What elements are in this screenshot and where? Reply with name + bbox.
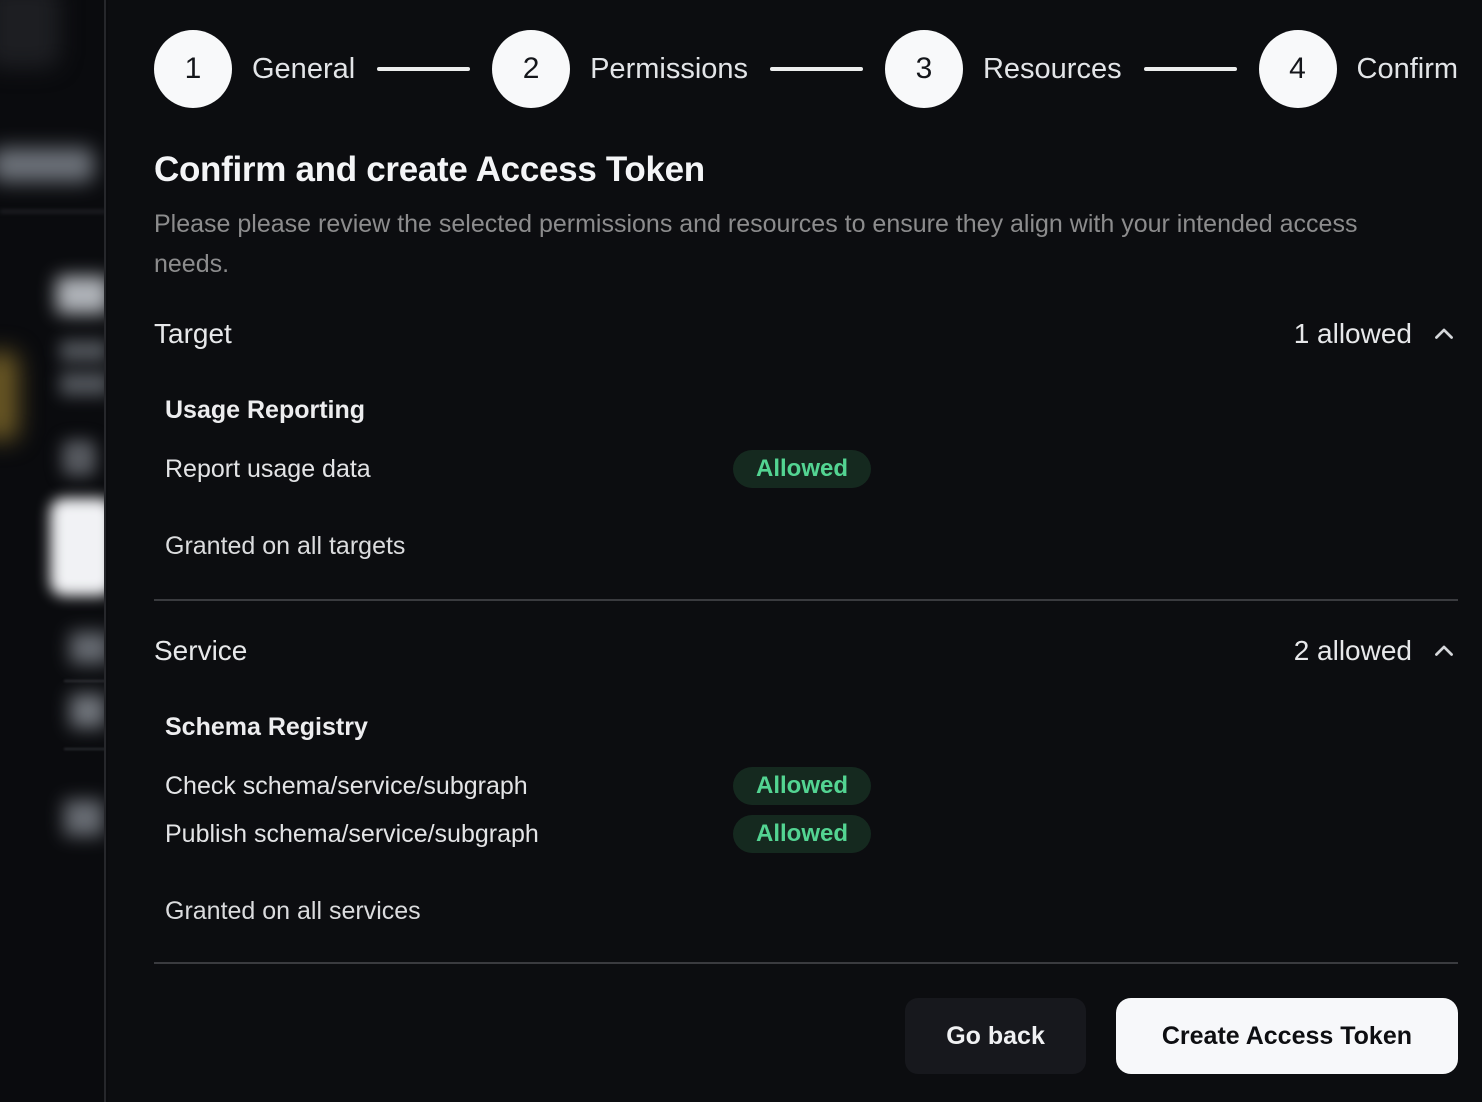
blurred-text bbox=[70, 632, 106, 664]
permission-label: Report usage data bbox=[165, 455, 733, 484]
permission-group-schema-registry: Schema Registry Check schema/service/sub… bbox=[165, 713, 1458, 853]
step-number-circle[interactable]: 4 bbox=[1259, 30, 1337, 108]
step-number-circle[interactable]: 2 bbox=[492, 30, 570, 108]
blurred-text bbox=[70, 694, 106, 728]
section-title: Target bbox=[154, 318, 232, 350]
granted-note: Granted on all services bbox=[165, 897, 1458, 926]
status-badge: Allowed bbox=[733, 767, 871, 805]
target-collapse-toggle[interactable]: 1 allowed bbox=[1294, 318, 1458, 350]
permission-group-usage-reporting: Usage Reporting Report usage data Allowe… bbox=[165, 396, 1458, 488]
blurred-logo bbox=[0, 0, 60, 68]
blurred-text bbox=[64, 800, 104, 836]
step-label: Confirm bbox=[1357, 53, 1459, 86]
blurred-accent bbox=[0, 352, 18, 440]
step-label: General bbox=[252, 53, 355, 86]
blurred-icon bbox=[62, 440, 96, 476]
blurred-card bbox=[50, 498, 106, 596]
step-connector bbox=[770, 67, 863, 71]
create-access-token-button[interactable]: Create Access Token bbox=[1116, 998, 1458, 1074]
granted-note: Granted on all targets bbox=[165, 532, 1458, 561]
permission-row: Publish schema/service/subgraph Allowed bbox=[165, 815, 1458, 853]
footer-divider bbox=[154, 962, 1458, 964]
step-label: Permissions bbox=[590, 53, 748, 86]
blurred-text bbox=[60, 340, 106, 362]
allowed-count: 1 allowed bbox=[1294, 318, 1412, 350]
step-number-circle[interactable]: 3 bbox=[885, 30, 963, 108]
blurred-divider bbox=[64, 680, 106, 682]
section-header-target: Target 1 allowed bbox=[154, 318, 1458, 350]
allowed-count: 2 allowed bbox=[1294, 635, 1412, 667]
service-collapse-toggle[interactable]: 2 allowed bbox=[1294, 635, 1458, 667]
chevron-up-icon[interactable] bbox=[1430, 637, 1458, 665]
blurred-background-sidebar bbox=[0, 0, 106, 1102]
page-subtitle: Please please review the selected permis… bbox=[154, 204, 1389, 284]
step-confirm[interactable]: 4 Confirm bbox=[1259, 30, 1459, 108]
blurred-nav-item bbox=[0, 148, 94, 182]
step-resources[interactable]: 3 Resources bbox=[885, 30, 1122, 108]
wizard-stepper: 1 General 2 Permissions 3 Resources 4 Co… bbox=[154, 30, 1458, 108]
section-title: Service bbox=[154, 635, 247, 667]
go-back-button[interactable]: Go back bbox=[905, 998, 1086, 1074]
blurred-divider bbox=[64, 748, 106, 750]
permission-label: Publish schema/service/subgraph bbox=[165, 820, 733, 849]
step-label: Resources bbox=[983, 53, 1122, 86]
step-connector bbox=[1144, 67, 1237, 71]
permission-group-name: Schema Registry bbox=[165, 713, 1458, 742]
chevron-up-icon[interactable] bbox=[1430, 320, 1458, 348]
blurred-divider bbox=[0, 210, 106, 213]
step-connector bbox=[377, 67, 470, 71]
permission-row: Report usage data Allowed bbox=[165, 450, 1458, 488]
step-number-circle[interactable]: 1 bbox=[154, 30, 232, 108]
permission-label: Check schema/service/subgraph bbox=[165, 772, 733, 801]
step-general[interactable]: 1 General bbox=[154, 30, 355, 108]
blurred-text bbox=[60, 372, 106, 396]
section-divider bbox=[154, 599, 1458, 601]
modal-footer: Go back Create Access Token bbox=[154, 998, 1458, 1074]
step-permissions[interactable]: 2 Permissions bbox=[492, 30, 748, 108]
page-title: Confirm and create Access Token bbox=[154, 150, 1458, 190]
permission-group-name: Usage Reporting bbox=[165, 396, 1458, 425]
permission-row: Check schema/service/subgraph Allowed bbox=[165, 767, 1458, 805]
create-access-token-modal: 1 General 2 Permissions 3 Resources 4 Co… bbox=[108, 0, 1482, 1102]
section-header-service: Service 2 allowed bbox=[154, 635, 1458, 667]
blurred-heading bbox=[56, 276, 106, 314]
status-badge: Allowed bbox=[733, 815, 871, 853]
status-badge: Allowed bbox=[733, 450, 871, 488]
